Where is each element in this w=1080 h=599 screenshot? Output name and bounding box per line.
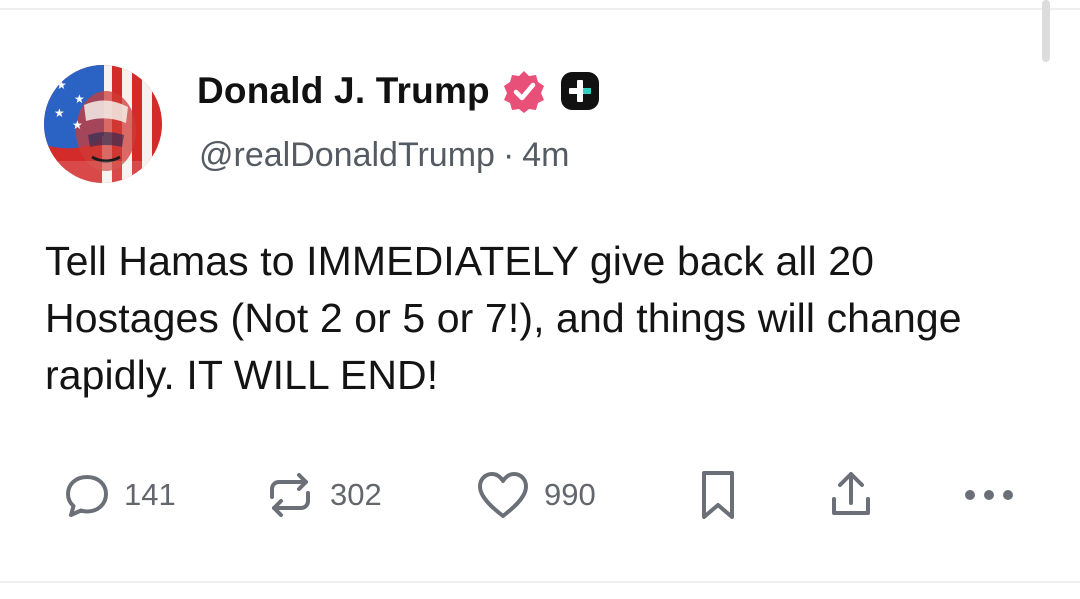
bookmark-icon bbox=[696, 467, 740, 523]
plus-badge-icon bbox=[560, 71, 600, 111]
svg-text:★: ★ bbox=[54, 106, 65, 120]
share-icon bbox=[826, 467, 876, 523]
repost-button[interactable]: 302 bbox=[262, 460, 382, 530]
like-button[interactable]: 990 bbox=[474, 460, 596, 530]
more-options-button[interactable] bbox=[960, 460, 1020, 530]
reply-count: 141 bbox=[124, 477, 176, 512]
reply-button[interactable]: 141 bbox=[62, 460, 176, 530]
bookmark-button[interactable] bbox=[696, 460, 740, 530]
share-button[interactable] bbox=[826, 460, 876, 530]
author-handle[interactable]: @realDonaldTrump bbox=[199, 136, 495, 174]
author-name-row: Donald J. Trump bbox=[197, 66, 600, 116]
reply-icon bbox=[62, 470, 112, 520]
svg-text:★: ★ bbox=[72, 118, 83, 132]
more-icon bbox=[960, 485, 1020, 505]
author-meta: @realDonaldTrump · 4m bbox=[199, 136, 570, 175]
svg-text:★: ★ bbox=[74, 92, 85, 106]
post-text: Tell Hamas to IMMEDIATELY give back all … bbox=[45, 238, 962, 398]
author-display-name[interactable]: Donald J. Trump bbox=[197, 70, 490, 112]
heart-icon bbox=[474, 469, 532, 521]
post-timestamp[interactable]: 4m bbox=[522, 136, 569, 174]
avatar-image: ★ ★ ★ ★ bbox=[44, 65, 162, 183]
top-divider bbox=[0, 8, 1080, 10]
post-actions-bar: 141 302 990 bbox=[0, 460, 1080, 530]
svg-text:★: ★ bbox=[56, 78, 67, 92]
scrollbar[interactable] bbox=[1042, 0, 1050, 62]
repost-icon bbox=[262, 467, 318, 523]
meta-separator: · bbox=[502, 136, 515, 174]
bottom-divider bbox=[0, 581, 1080, 583]
verified-badge-icon bbox=[502, 69, 546, 113]
repost-count: 302 bbox=[330, 477, 382, 512]
like-count: 990 bbox=[544, 477, 596, 512]
avatar[interactable]: ★ ★ ★ ★ bbox=[44, 65, 162, 183]
